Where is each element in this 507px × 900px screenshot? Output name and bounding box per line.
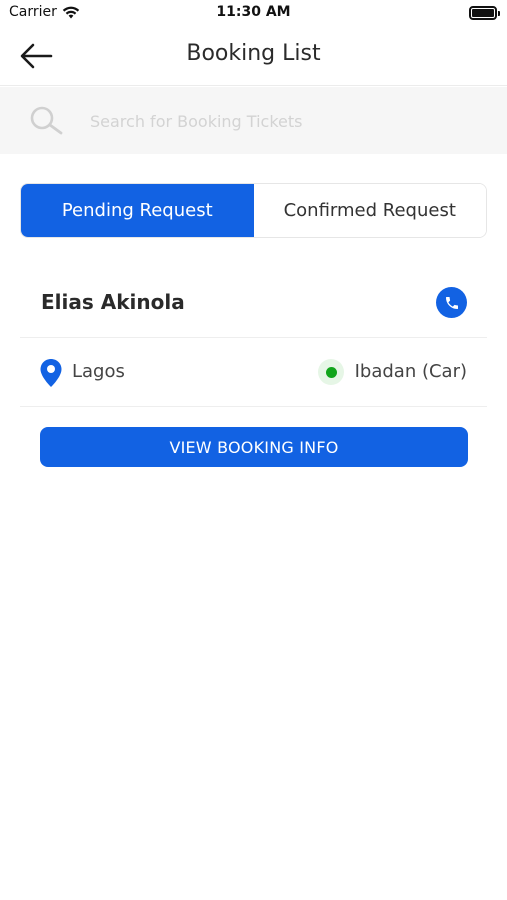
divider (20, 337, 487, 338)
call-button[interactable] (436, 287, 467, 318)
passenger-name: Elias Akinola (41, 290, 185, 314)
divider (20, 406, 487, 407)
battery-icon (469, 6, 500, 20)
location-pin-icon (40, 359, 62, 387)
page-title: Booking List (186, 41, 321, 66)
booking-tabs: Pending Request Confirmed Request (20, 183, 487, 238)
search-bar (0, 87, 507, 154)
origin-location: Lagos (72, 361, 125, 382)
status-time: 11:30 AM (216, 4, 291, 20)
view-booking-info-button[interactable]: VIEW BOOKING INFO (40, 427, 468, 467)
status-bar: Carrier 11:30 AM (0, 0, 507, 28)
phone-icon (445, 296, 458, 309)
search-input[interactable] (90, 107, 480, 135)
destination-dot-icon (318, 359, 344, 385)
destination-location: Ibadan (Car) (354, 361, 467, 382)
navigation-bar: Booking List (0, 28, 507, 86)
search-icon (30, 106, 63, 135)
tab-confirmed-request[interactable]: Confirmed Request (253, 184, 486, 237)
tab-pending-request[interactable]: Pending Request (21, 184, 254, 237)
